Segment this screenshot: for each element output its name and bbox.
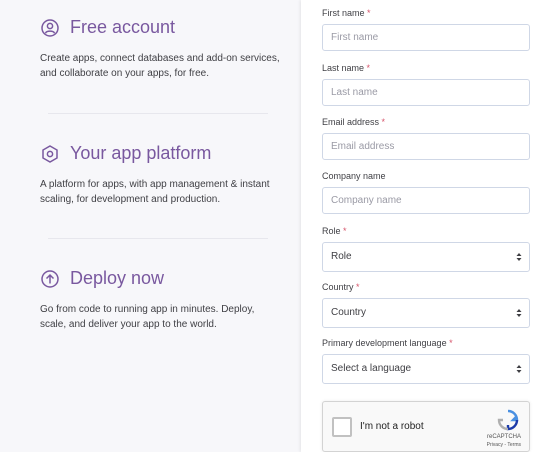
country-field: Country * Country xyxy=(322,281,530,328)
signup-form: First name * First name Last name * Last… xyxy=(301,0,550,452)
features-panel: Free account Create apps, connect databa… xyxy=(0,0,300,452)
company-input[interactable]: Company name xyxy=(322,187,530,214)
first-name-field: First name * First name xyxy=(322,7,530,51)
select-value: Country xyxy=(331,307,367,318)
last-name-input[interactable]: Last name xyxy=(322,79,530,106)
feature-header: Deploy now xyxy=(40,268,280,289)
feature-header: Your app platform xyxy=(40,143,280,164)
hexagon-icon xyxy=(40,144,60,164)
last-name-label: Last name * xyxy=(322,62,530,74)
divider xyxy=(48,238,268,239)
country-label: Country * xyxy=(322,281,530,293)
label-text: First name xyxy=(322,8,365,18)
divider xyxy=(48,113,268,114)
select-arrows-icon xyxy=(516,253,522,261)
label-text: Primary development language xyxy=(322,338,447,348)
recaptcha-checkbox[interactable] xyxy=(332,417,352,437)
feature-app-platform: Your app platform A platform for apps, w… xyxy=(40,143,280,207)
select-arrows-icon xyxy=(516,365,522,373)
feature-deploy-now: Deploy now Go from code to running app i… xyxy=(40,268,280,332)
required-mark: * xyxy=(356,282,360,292)
required-mark: * xyxy=(381,117,386,127)
required-mark: * xyxy=(366,63,371,73)
required-mark: * xyxy=(343,226,347,236)
select-value: Role xyxy=(331,251,352,262)
feature-title: Free account xyxy=(70,17,176,37)
recaptcha-label: I'm not a robot xyxy=(360,421,424,432)
email-field: Email address * Email address xyxy=(322,116,530,160)
language-label: Primary development language * xyxy=(322,337,530,349)
label-text: Country xyxy=(322,282,354,292)
select-value: Select a language xyxy=(331,363,412,374)
role-label: Role * xyxy=(322,225,530,237)
feature-description: Go from code to running app in minutes. … xyxy=(40,304,255,330)
upload-arrow-icon xyxy=(40,269,60,289)
label-text: Email address xyxy=(322,117,380,127)
feature-description: A platform for apps, with app management… xyxy=(40,179,270,205)
recaptcha-privacy-terms[interactable]: Privacy - Terms xyxy=(487,442,521,448)
label-text: Company name xyxy=(322,171,386,181)
role-field: Role * Role xyxy=(322,225,530,272)
language-select[interactable]: Select a language xyxy=(322,354,530,384)
company-field: Company name Company name xyxy=(322,170,530,214)
role-select[interactable]: Role xyxy=(322,242,530,272)
email-label: Email address * xyxy=(322,116,530,128)
recaptcha-logo-icon xyxy=(497,409,519,431)
email-input[interactable]: Email address xyxy=(322,133,530,160)
required-mark: * xyxy=(367,8,371,18)
user-circle-icon xyxy=(40,18,60,38)
country-select[interactable]: Country xyxy=(322,298,530,328)
label-text: Last name xyxy=(322,63,365,73)
feature-header: Free account xyxy=(40,17,280,38)
first-name-input[interactable]: First name xyxy=(322,24,530,51)
feature-title: Deploy now xyxy=(70,268,165,288)
company-label: Company name xyxy=(322,170,530,182)
language-field: Primary development language * Select a … xyxy=(322,337,530,384)
label-text: Role xyxy=(322,226,341,236)
recaptcha-widget: I'm not a robot reCAPTCHA Privacy - Term… xyxy=(322,401,530,452)
select-arrows-icon xyxy=(516,309,522,317)
last-name-field: Last name * Last name xyxy=(322,62,530,106)
first-name-label: First name * xyxy=(322,7,530,19)
feature-title: Your app platform xyxy=(70,143,212,163)
required-mark: * xyxy=(449,338,453,348)
recaptcha-brand: reCAPTCHA xyxy=(486,434,521,440)
feature-free-account: Free account Create apps, connect databa… xyxy=(40,17,280,81)
feature-description: Create apps, connect databases and add-o… xyxy=(40,53,280,79)
